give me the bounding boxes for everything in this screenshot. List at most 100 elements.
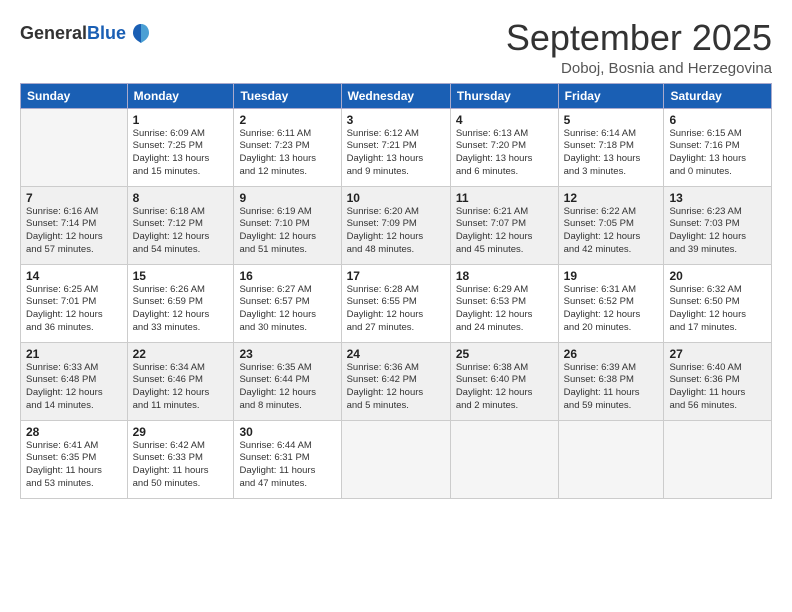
table-row: 15Sunrise: 6:26 AM Sunset: 6:59 PM Dayli…	[127, 264, 234, 342]
table-row: 14Sunrise: 6:25 AM Sunset: 7:01 PM Dayli…	[21, 264, 128, 342]
logo: GeneralBlue	[20, 22, 152, 46]
col-tuesday: Tuesday	[234, 83, 341, 108]
day-number: 13	[669, 191, 766, 205]
day-number: 16	[239, 269, 335, 283]
table-row: 12Sunrise: 6:22 AM Sunset: 7:05 PM Dayli…	[558, 186, 664, 264]
day-number: 7	[26, 191, 122, 205]
table-row: 28Sunrise: 6:41 AM Sunset: 6:35 PM Dayli…	[21, 420, 128, 498]
table-row: 8Sunrise: 6:18 AM Sunset: 7:12 PM Daylig…	[127, 186, 234, 264]
calendar-week-row: 1Sunrise: 6:09 AM Sunset: 7:25 PM Daylig…	[21, 108, 772, 186]
day-number: 12	[564, 191, 659, 205]
calendar-header-row: Sunday Monday Tuesday Wednesday Thursday…	[21, 83, 772, 108]
day-info: Sunrise: 6:21 AM Sunset: 7:07 PM Dayligh…	[456, 206, 553, 257]
table-row: 29Sunrise: 6:42 AM Sunset: 6:33 PM Dayli…	[127, 420, 234, 498]
day-number: 2	[239, 113, 335, 127]
day-number: 6	[669, 113, 766, 127]
day-info: Sunrise: 6:22 AM Sunset: 7:05 PM Dayligh…	[564, 206, 659, 257]
day-info: Sunrise: 6:34 AM Sunset: 6:46 PM Dayligh…	[133, 362, 229, 413]
day-info: Sunrise: 6:32 AM Sunset: 6:50 PM Dayligh…	[669, 284, 766, 335]
table-row	[341, 420, 450, 498]
table-row: 10Sunrise: 6:20 AM Sunset: 7:09 PM Dayli…	[341, 186, 450, 264]
day-info: Sunrise: 6:44 AM Sunset: 6:31 PM Dayligh…	[239, 440, 335, 491]
table-row: 27Sunrise: 6:40 AM Sunset: 6:36 PM Dayli…	[664, 342, 772, 420]
table-row: 21Sunrise: 6:33 AM Sunset: 6:48 PM Dayli…	[21, 342, 128, 420]
table-row: 18Sunrise: 6:29 AM Sunset: 6:53 PM Dayli…	[450, 264, 558, 342]
day-number: 23	[239, 347, 335, 361]
table-row: 25Sunrise: 6:38 AM Sunset: 6:40 PM Dayli…	[450, 342, 558, 420]
table-row: 20Sunrise: 6:32 AM Sunset: 6:50 PM Dayli…	[664, 264, 772, 342]
month-title: September 2025	[506, 18, 772, 58]
day-info: Sunrise: 6:19 AM Sunset: 7:10 PM Dayligh…	[239, 206, 335, 257]
day-number: 4	[456, 113, 553, 127]
day-info: Sunrise: 6:20 AM Sunset: 7:09 PM Dayligh…	[347, 206, 445, 257]
day-info: Sunrise: 6:27 AM Sunset: 6:57 PM Dayligh…	[239, 284, 335, 335]
table-row: 1Sunrise: 6:09 AM Sunset: 7:25 PM Daylig…	[127, 108, 234, 186]
day-number: 9	[239, 191, 335, 205]
day-number: 25	[456, 347, 553, 361]
day-info: Sunrise: 6:40 AM Sunset: 6:36 PM Dayligh…	[669, 362, 766, 413]
day-info: Sunrise: 6:42 AM Sunset: 6:33 PM Dayligh…	[133, 440, 229, 491]
table-row: 30Sunrise: 6:44 AM Sunset: 6:31 PM Dayli…	[234, 420, 341, 498]
table-row: 23Sunrise: 6:35 AM Sunset: 6:44 PM Dayli…	[234, 342, 341, 420]
day-info: Sunrise: 6:18 AM Sunset: 7:12 PM Dayligh…	[133, 206, 229, 257]
calendar-week-row: 21Sunrise: 6:33 AM Sunset: 6:48 PM Dayli…	[21, 342, 772, 420]
location: Doboj, Bosnia and Herzegovina	[506, 60, 772, 77]
day-number: 8	[133, 191, 229, 205]
day-info: Sunrise: 6:15 AM Sunset: 7:16 PM Dayligh…	[669, 128, 766, 179]
day-info: Sunrise: 6:38 AM Sunset: 6:40 PM Dayligh…	[456, 362, 553, 413]
day-number: 19	[564, 269, 659, 283]
title-block: September 2025 Doboj, Bosnia and Herzego…	[506, 18, 772, 77]
day-number: 24	[347, 347, 445, 361]
table-row: 11Sunrise: 6:21 AM Sunset: 7:07 PM Dayli…	[450, 186, 558, 264]
day-number: 29	[133, 425, 229, 439]
day-number: 28	[26, 425, 122, 439]
col-wednesday: Wednesday	[341, 83, 450, 108]
day-info: Sunrise: 6:25 AM Sunset: 7:01 PM Dayligh…	[26, 284, 122, 335]
day-info: Sunrise: 6:16 AM Sunset: 7:14 PM Dayligh…	[26, 206, 122, 257]
table-row: 6Sunrise: 6:15 AM Sunset: 7:16 PM Daylig…	[664, 108, 772, 186]
day-number: 18	[456, 269, 553, 283]
table-row	[21, 108, 128, 186]
day-number: 3	[347, 113, 445, 127]
day-info: Sunrise: 6:36 AM Sunset: 6:42 PM Dayligh…	[347, 362, 445, 413]
calendar-week-row: 28Sunrise: 6:41 AM Sunset: 6:35 PM Dayli…	[21, 420, 772, 498]
logo-text: GeneralBlue	[20, 22, 152, 46]
day-number: 1	[133, 113, 229, 127]
day-number: 17	[347, 269, 445, 283]
day-info: Sunrise: 6:14 AM Sunset: 7:18 PM Dayligh…	[564, 128, 659, 179]
day-number: 21	[26, 347, 122, 361]
day-info: Sunrise: 6:12 AM Sunset: 7:21 PM Dayligh…	[347, 128, 445, 179]
table-row: 26Sunrise: 6:39 AM Sunset: 6:38 PM Dayli…	[558, 342, 664, 420]
calendar-week-row: 14Sunrise: 6:25 AM Sunset: 7:01 PM Dayli…	[21, 264, 772, 342]
table-row: 2Sunrise: 6:11 AM Sunset: 7:23 PM Daylig…	[234, 108, 341, 186]
table-row: 4Sunrise: 6:13 AM Sunset: 7:20 PM Daylig…	[450, 108, 558, 186]
table-row	[558, 420, 664, 498]
table-row: 3Sunrise: 6:12 AM Sunset: 7:21 PM Daylig…	[341, 108, 450, 186]
table-row: 17Sunrise: 6:28 AM Sunset: 6:55 PM Dayli…	[341, 264, 450, 342]
table-row: 24Sunrise: 6:36 AM Sunset: 6:42 PM Dayli…	[341, 342, 450, 420]
day-number: 22	[133, 347, 229, 361]
day-info: Sunrise: 6:26 AM Sunset: 6:59 PM Dayligh…	[133, 284, 229, 335]
day-info: Sunrise: 6:13 AM Sunset: 7:20 PM Dayligh…	[456, 128, 553, 179]
table-row	[664, 420, 772, 498]
col-thursday: Thursday	[450, 83, 558, 108]
day-info: Sunrise: 6:35 AM Sunset: 6:44 PM Dayligh…	[239, 362, 335, 413]
day-info: Sunrise: 6:28 AM Sunset: 6:55 PM Dayligh…	[347, 284, 445, 335]
calendar-week-row: 7Sunrise: 6:16 AM Sunset: 7:14 PM Daylig…	[21, 186, 772, 264]
day-number: 30	[239, 425, 335, 439]
day-info: Sunrise: 6:09 AM Sunset: 7:25 PM Dayligh…	[133, 128, 229, 179]
day-number: 10	[347, 191, 445, 205]
day-number: 20	[669, 269, 766, 283]
day-info: Sunrise: 6:23 AM Sunset: 7:03 PM Dayligh…	[669, 206, 766, 257]
day-info: Sunrise: 6:11 AM Sunset: 7:23 PM Dayligh…	[239, 128, 335, 179]
table-row: 9Sunrise: 6:19 AM Sunset: 7:10 PM Daylig…	[234, 186, 341, 264]
day-number: 27	[669, 347, 766, 361]
day-number: 15	[133, 269, 229, 283]
col-saturday: Saturday	[664, 83, 772, 108]
logo-general: GeneralBlue	[20, 24, 126, 44]
day-number: 26	[564, 347, 659, 361]
col-friday: Friday	[558, 83, 664, 108]
table-row: 13Sunrise: 6:23 AM Sunset: 7:03 PM Dayli…	[664, 186, 772, 264]
table-row: 22Sunrise: 6:34 AM Sunset: 6:46 PM Dayli…	[127, 342, 234, 420]
day-number: 5	[564, 113, 659, 127]
